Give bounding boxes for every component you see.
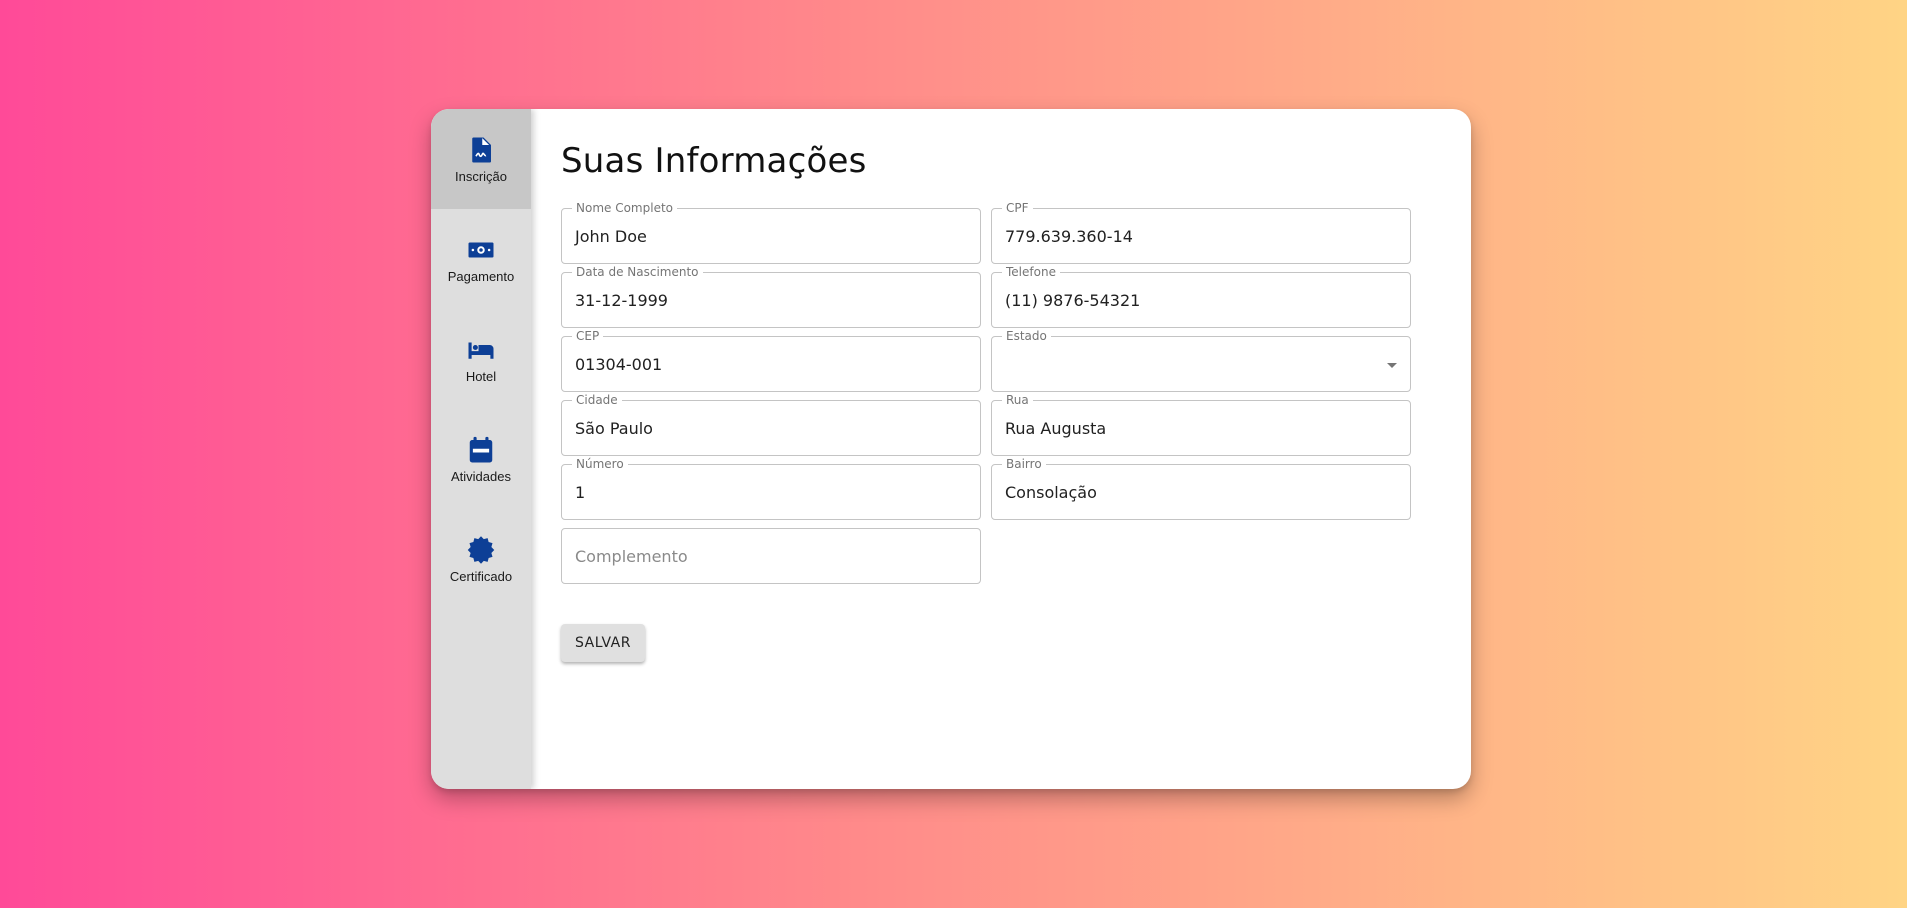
sidebar-item-hotel[interactable]: Hotel [431, 309, 531, 409]
nome-completo-field[interactable]: Nome Completo John Doe [561, 201, 981, 264]
sidebar-item-label: Certificado [449, 568, 513, 584]
save-button[interactable]: SALVAR [561, 624, 645, 662]
cpf-field[interactable]: CPF 779.639.360-14 [991, 201, 1411, 264]
bairro-field[interactable]: Bairro Consolação [991, 457, 1411, 520]
banknote-icon [468, 242, 494, 257]
field-value: John Doe [575, 226, 647, 246]
field-value: São Paulo [575, 418, 653, 438]
bed-icon [468, 342, 494, 359]
registration-card: Inscrição Pagamento Hotel Atividades Cer… [431, 109, 1471, 789]
rua-field[interactable]: Rua Rua Augusta [991, 393, 1411, 456]
sidebar-item-label: Pagamento [447, 268, 515, 284]
calendar-icon [469, 436, 493, 462]
telefone-field[interactable]: Telefone (11) 9876-54321 [991, 265, 1411, 328]
field-value: Consolação [1005, 482, 1097, 502]
cep-field[interactable]: CEP 01304-001 [561, 329, 981, 392]
field-label: Estado [1002, 329, 1051, 343]
field-value: 779.639.360-14 [1005, 226, 1133, 246]
estado-select[interactable]: Estado [991, 329, 1411, 392]
document-signature-icon [472, 137, 491, 162]
sidebar-item-pagamento[interactable]: Pagamento [431, 209, 531, 309]
sidebar-item-certificado[interactable]: Certificado [431, 509, 531, 609]
sidebar-item-label: Hotel [465, 368, 497, 384]
complemento-field[interactable]: Complemento [561, 528, 981, 584]
personal-info-form: Nome Completo John Doe CPF 779.639.360-1… [561, 201, 1411, 584]
sidebar-item-atividades[interactable]: Atividades [431, 409, 531, 509]
field-value: 31-12-1999 [575, 290, 668, 310]
sidebar-item-label: Inscrição [454, 168, 508, 184]
certificate-badge-icon [467, 535, 495, 564]
sidebar-item-label: Atividades [451, 468, 511, 484]
sidebar: Inscrição Pagamento Hotel Atividades Cer… [431, 109, 531, 789]
caret-down-icon [1387, 363, 1397, 368]
field-value: 1 [575, 482, 586, 502]
sidebar-item-inscricao[interactable]: Inscrição [431, 109, 531, 209]
page-title: Suas Informações [561, 141, 867, 181]
numero-field[interactable]: Número 1 [561, 457, 981, 520]
field-value: Rua Augusta [1005, 418, 1107, 438]
field-value: (11) 9876-54321 [1005, 290, 1141, 310]
field-placeholder: Complemento [575, 546, 688, 566]
field-value: 01304-001 [575, 354, 663, 374]
data-nascimento-field[interactable]: Data de Nascimento 31-12-1999 [561, 265, 981, 328]
main-content: Suas Informações Nome Completo John Doe … [531, 109, 1471, 789]
cidade-field[interactable]: Cidade São Paulo [561, 393, 981, 456]
